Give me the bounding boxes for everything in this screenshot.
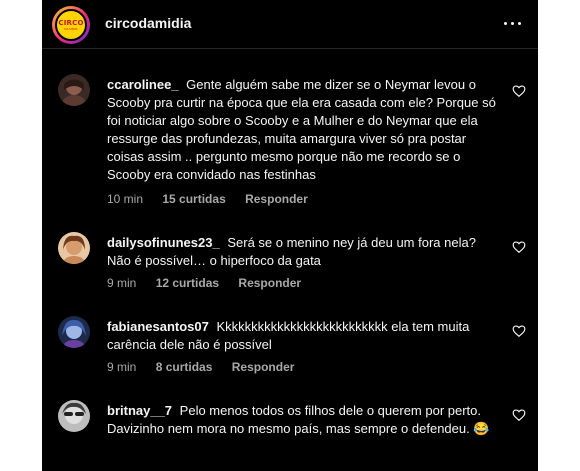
- comment-username[interactable]: britnay__7: [107, 403, 172, 418]
- more-options-icon[interactable]: [500, 8, 524, 38]
- account-name[interactable]: circodamidia: [105, 15, 191, 31]
- comment-body: Gente alguém sabe me dizer se o Neymar l…: [107, 77, 496, 182]
- comment-likes[interactable]: 12 curtidas: [156, 276, 219, 290]
- reply-button[interactable]: Responder: [232, 360, 295, 374]
- comment-meta: 10 min 15 curtidas Responder: [107, 192, 324, 206]
- avatar[interactable]: [58, 400, 90, 432]
- comment-text-block: ccarolinee_ Gente alguém sabe me dizer s…: [107, 76, 503, 184]
- heart-icon[interactable]: [512, 240, 526, 254]
- comment-meta: 9 min 8 curtidas Responder: [107, 360, 310, 374]
- comment-likes[interactable]: 8 curtidas: [156, 360, 213, 374]
- avatar[interactable]: [58, 316, 90, 348]
- comment-time: 10 min: [107, 192, 144, 206]
- avatar[interactable]: [58, 232, 90, 264]
- comments-panel: CIRCO DA MÍDIA circodamidia ccarolinee_ …: [42, 0, 538, 471]
- comment-meta: 9 min 12 curtidas Responder: [107, 276, 317, 290]
- reply-button[interactable]: Responder: [245, 192, 308, 206]
- heart-icon[interactable]: [512, 84, 526, 98]
- comment-text-block: dailysofinunes23_ Será se o menino ney j…: [107, 234, 503, 270]
- reply-button[interactable]: Responder: [238, 276, 301, 290]
- profile-photo-icon: [58, 316, 90, 348]
- comment-time: 9 min: [107, 276, 137, 290]
- profile-photo-icon: [58, 232, 90, 264]
- comment-username[interactable]: dailysofinunes23_: [107, 235, 220, 250]
- logo-word: CIRCO: [58, 18, 84, 27]
- profile-photo-icon: [58, 74, 90, 106]
- comment-time: 9 min: [107, 360, 137, 374]
- circo-logo-icon: CIRCO DA MÍDIA: [55, 9, 87, 41]
- account-avatar[interactable]: CIRCO DA MÍDIA: [52, 6, 90, 44]
- avatar[interactable]: [58, 74, 90, 106]
- comment-likes[interactable]: 15 curtidas: [162, 192, 225, 206]
- comment-text-block: fabianesantos07 Kkkkkkkkkkkkkkkkkkkkkkkk…: [107, 318, 503, 354]
- logo-sub: DA MÍDIA: [64, 26, 78, 31]
- profile-photo-icon: [58, 400, 90, 432]
- comment-username[interactable]: ccarolinee_: [107, 77, 179, 92]
- comment-username[interactable]: fabianesantos07: [107, 319, 209, 334]
- post-header: CIRCO DA MÍDIA circodamidia: [42, 0, 538, 49]
- heart-icon[interactable]: [512, 324, 526, 338]
- heart-icon[interactable]: [512, 408, 526, 422]
- comment-text-block: britnay__7 Pelo menos todos os filhos de…: [107, 402, 503, 438]
